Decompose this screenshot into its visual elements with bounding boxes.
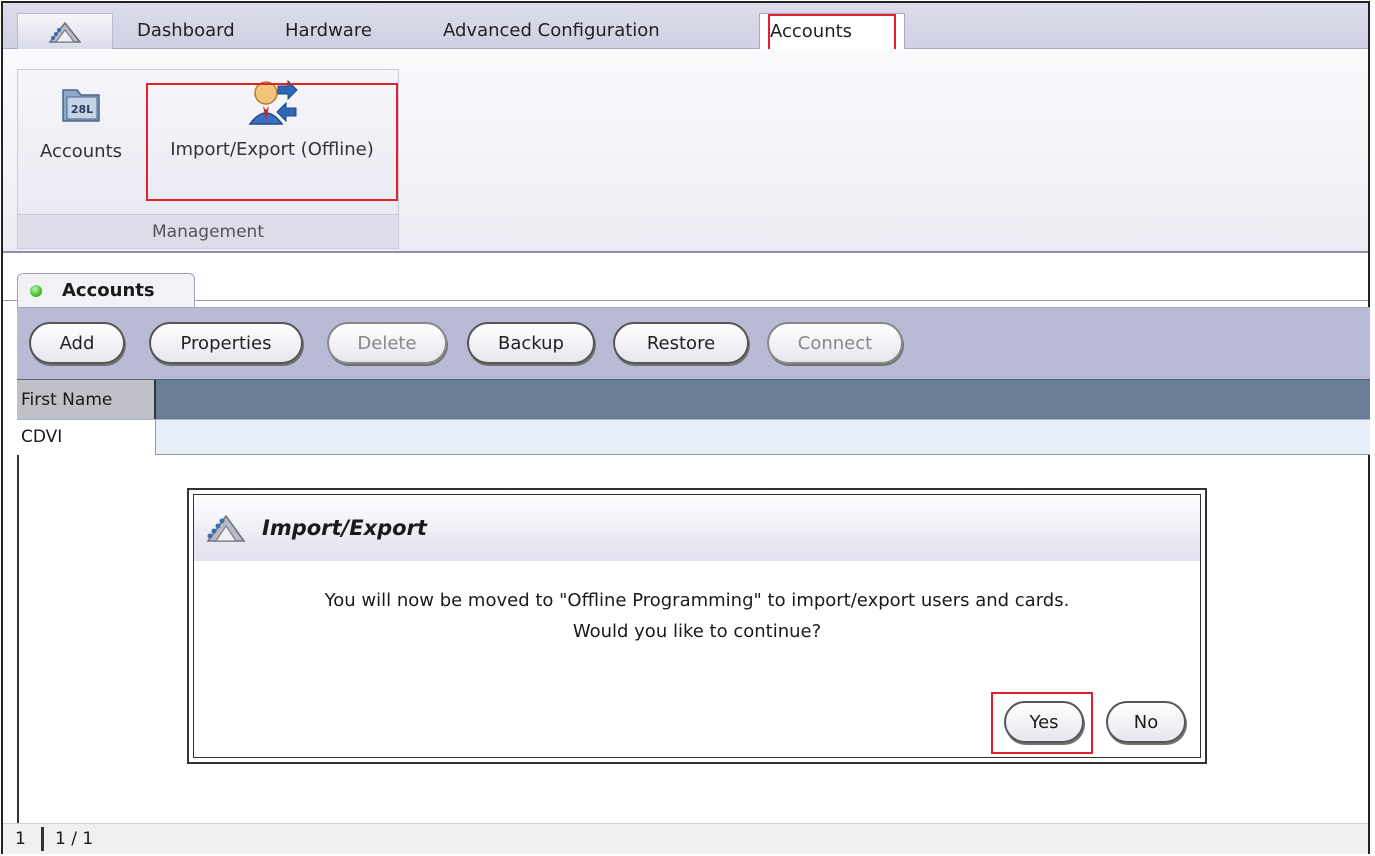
yes-button[interactable]: Yes [1004,701,1084,743]
status-bar: 1 1 / 1 [3,823,1368,854]
ribbon-tab-bar: Dashboard Hardware Advanced Configuratio… [3,3,1368,50]
import-export-offline-button[interactable]: Import/Export (Offline) [148,76,396,160]
accounts-ribbon-label: Accounts [39,141,123,162]
add-button[interactable]: Add [29,322,125,364]
status-separator [41,827,44,851]
ribbon-panel: 28L Accounts Import/Export (Offline) Man… [3,49,1368,253]
delete-button[interactable]: Delete [327,322,447,364]
svg-text:28L: 28L [71,103,93,116]
management-group: 28L Accounts Import/Export (Offline) Man… [17,69,399,249]
accounts-ribbon-button[interactable]: 28L Accounts [18,76,144,162]
document-tab-strip [3,253,1368,301]
grid-header: First Name [17,379,1370,420]
dialog-message-line-1: You will now be moved to "Offline Progra… [324,590,1070,611]
table-row[interactable]: CDVI [17,419,1370,455]
group-label-management: Management [18,214,398,248]
no-button[interactable]: No [1106,701,1186,743]
dialog-inner-border: Import/Export You will now be moved to "… [193,494,1201,758]
import-export-dialog: Import/Export You will now be moved to "… [187,488,1207,764]
grid-left-border [17,455,19,823]
tab-accounts[interactable]: Accounts [759,13,905,50]
restore-button[interactable]: Restore [613,322,749,364]
dialog-title: Import/Export [262,516,427,540]
import-export-ribbon-label: Import/Export (Offline) [170,139,374,160]
document-tab-accounts[interactable]: Accounts [17,273,195,307]
status-led-icon [30,284,42,297]
tab-hardware[interactable]: Hardware [275,13,382,49]
dialog-message-line-2: Would you like to continue? [572,621,822,642]
connect-button[interactable]: Connect [767,322,903,364]
app-menu-button[interactable] [17,13,113,49]
accounts-folder-icon: 28L [62,89,100,122]
tab-dashboard[interactable]: Dashboard [127,13,245,49]
column-header-first-name[interactable]: First Name [17,380,156,420]
dialog-message: You will now be moved to "Offline Progra… [194,585,1200,647]
backup-button[interactable]: Backup [467,322,595,364]
import-export-user-icon [248,79,298,125]
dialog-title-bar: Import/Export [194,495,1200,561]
tab-advanced-configuration[interactable]: Advanced Configuration [433,13,670,49]
cdvi-logo-icon [206,514,246,542]
page-indicator: 1 / 1 [55,829,94,849]
cdvi-logo-icon [48,21,82,43]
accounts-toolbar: Add Properties Delete Backup Restore Con… [17,307,1370,379]
record-count: 1 [15,829,26,849]
cell-first-name: CDVI [17,420,156,455]
properties-button[interactable]: Properties [149,322,303,364]
document-tab-label: Accounts [62,280,155,301]
